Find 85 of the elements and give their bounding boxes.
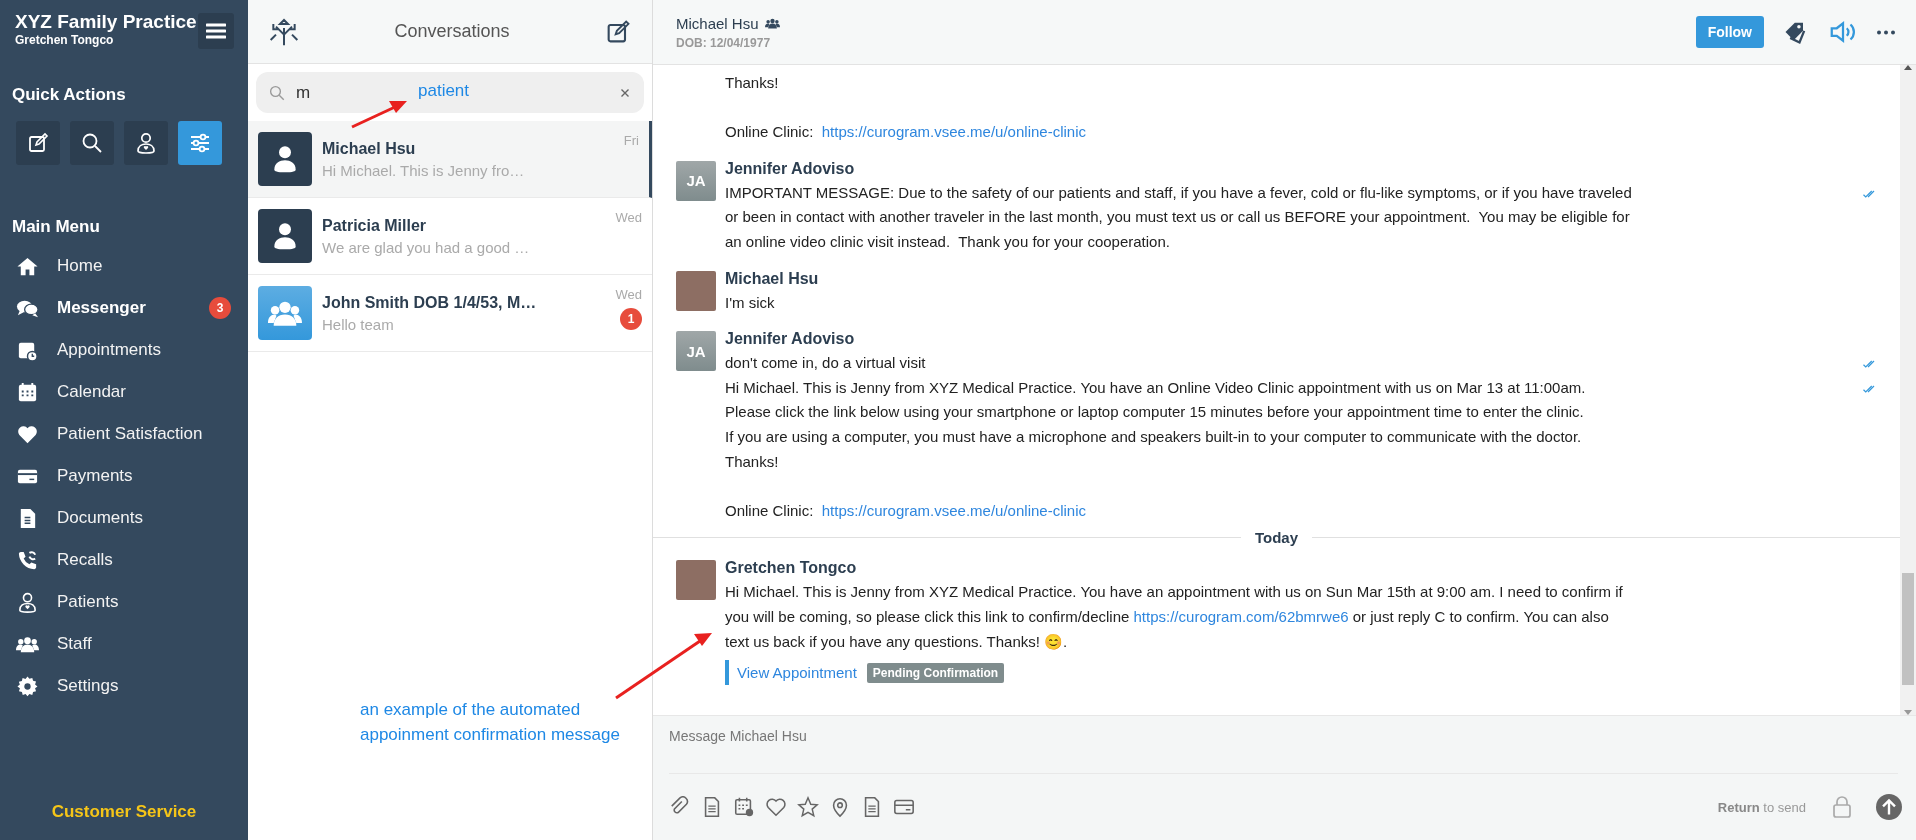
message-text: Hi Michael. This is Jenny from XYZ Medical Practice. You have an appointment with us on Sun Mar 15th at 9:00 am. I need to confirm if you will be coming, so please click this link to confirm/decline https://curogram.com/62bmrwe6 or just reply C to confirm. You can also text us back if you have any questions. Thanks! 😊.: [725, 582, 1624, 652]
star-icon: [797, 796, 819, 818]
sender-name: Michael Hsu: [725, 268, 820, 289]
date-divider: Today: [1254, 529, 1299, 547]
link[interactable]: https://curogram.vsee.me/u/online-clinic: [821, 123, 1086, 141]
toolbar-button[interactable]: [733, 796, 755, 818]
calendar-icon: [16, 380, 39, 404]
date-of-birth: DOB: 12/04/1977: [676, 35, 772, 50]
message-text: I'm sick: [725, 292, 776, 313]
menu-button[interactable]: [198, 13, 234, 49]
menu-icon: [206, 23, 226, 39]
contact-name: Michael Hsu: [676, 14, 759, 32]
link[interactable]: https://curogram.vsee.me/u/online-clinic: [821, 501, 1086, 519]
quick-action-button[interactable]: [124, 121, 168, 165]
menu-item[interactable]: Patient Satisfaction: [12, 413, 248, 455]
sliders-icon: [188, 131, 212, 155]
person-icon: [16, 590, 39, 614]
menu-item[interactable]: Recalls: [12, 539, 248, 581]
menu-item[interactable]: Settings: [12, 665, 248, 707]
send-button[interactable]: [1876, 794, 1902, 820]
menu-item[interactable]: Home: [12, 245, 248, 287]
menu-item[interactable]: Messenger 3: [12, 287, 248, 329]
status-tag: Pending Confirmation: [866, 662, 1005, 683]
message-text: IMPORTANT MESSAGE: Due to the safety of our patients and staff, if you have a fever, cold or flu-like symptoms, or if you have traveled or been in contact with another traveler in the last month, you must text us or call us BEFORE your appointment. You may be eligible for an online video clinic visit instead. Thank you for your cooperation.: [725, 182, 1633, 252]
calendar-icon: [733, 796, 755, 818]
contact-name: Patricia Miller: [322, 216, 428, 235]
panel-title: Conversations: [394, 21, 510, 42]
conversation-item[interactable]: Patricia Miller We are glad you had a good … Wed: [248, 198, 652, 275]
send-hint: Return to send: [1717, 799, 1806, 815]
unread-badge: 1: [620, 308, 642, 330]
avatar-photo-placeholder: [676, 270, 716, 311]
view-appointment-link[interactable]: View Appointment: [725, 660, 857, 686]
sender-name: Jennifer Adoviso: [725, 329, 856, 350]
section-heading: Quick Actions: [12, 85, 127, 105]
scroll-up-arrow-icon[interactable]: [1904, 65, 1912, 70]
menu-item[interactable]: Documents: [12, 497, 248, 539]
search-icon: [268, 83, 286, 102]
search-icon: [80, 131, 104, 155]
annotation-arrow: [351, 101, 407, 129]
conversation-item[interactable]: John Smith DOB 1/4/53, M… Hello team Wed 1: [248, 275, 652, 352]
compose-icon: [26, 131, 50, 155]
scrollbar-thumb[interactable]: [1902, 573, 1914, 685]
message-text: don't come in, do a virtual visit: [725, 353, 927, 374]
scrollbar[interactable]: [1900, 65, 1916, 715]
heart-icon: [765, 796, 787, 818]
sender-name: Gretchen Tongco: [725, 558, 858, 579]
conversation-item[interactable]: Michael Hsu Hi Michael. This is Jenny fro… Fri: [248, 121, 652, 198]
contact-name: Michael Hsu: [322, 139, 417, 158]
toolbar-button[interactable]: [797, 796, 819, 818]
message-preview: Hello team: [322, 315, 395, 333]
quick-action-button[interactable]: [70, 121, 114, 165]
message-time: Wed: [615, 210, 642, 225]
message-time: Wed: [615, 287, 642, 302]
message-text: Thanks! Online Clinic: https://curogram.vsee.me/u/online-clinic: [725, 73, 1087, 143]
message-time: Fri: [623, 133, 639, 148]
initials-avatar: JA: [676, 160, 716, 201]
menu-item[interactable]: Calendar: [12, 371, 248, 413]
message-text: Hi Michael. This is Jenny from XYZ Medical Practice. You have an Online Video Clinic appointment with us on Mar 13 at 11:00am. Please click the link below using your smartphone or laptop computer 15 minutes before your appointment time to enter the clinic. If you are using a computer, you must have a microphone and speakers built-in to your computer to communicate with the doctor. Thanks! Online Clinic: https://curogram.vsee.me/u/online-clinic: [725, 377, 1587, 521]
avatar-photo-placeholder: [676, 560, 716, 601]
menu-item[interactable]: Patients: [12, 581, 248, 623]
link[interactable]: https://curogram.com/62bmrwe6: [1133, 607, 1349, 625]
settings-icon: [16, 674, 39, 698]
initials-avatar: JA: [676, 331, 716, 372]
more-icon[interactable]: [1876, 29, 1896, 35]
message-input[interactable]: Message Michael Hsu: [669, 716, 1898, 774]
practice-title: XYZ Family Practice: [15, 10, 197, 33]
sender-name: Jennifer Adoviso: [725, 158, 856, 179]
patient-icon: [134, 131, 158, 155]
customer-service-link[interactable]: Customer Service: [12, 802, 248, 822]
message-preview: We are glad you had a good …: [322, 238, 531, 256]
message-preview: Hi Michael. This is Jenny fro…: [322, 161, 526, 179]
toolbar-button[interactable]: [765, 796, 787, 818]
annotation-text: patient: [418, 81, 470, 101]
menu-item[interactable]: Payments: [12, 455, 248, 497]
quick-action-button[interactable]: [16, 121, 60, 165]
menu-item[interactable]: Staff: [12, 623, 248, 665]
phone-refresh-icon: [16, 548, 39, 572]
user-name: Gretchen Tongco: [15, 33, 115, 47]
lock-icon: [1830, 795, 1854, 819]
menu-item[interactable]: Appointments: [12, 329, 248, 371]
unread-badge: 3: [209, 297, 231, 319]
contact-name: John Smith DOB 1/4/53, M…: [322, 293, 538, 312]
section-heading: Main Menu: [12, 217, 101, 237]
annotation-text: an example of the automated appoinment confirmation message: [360, 699, 621, 746]
arrow-up-icon: [1876, 794, 1902, 820]
